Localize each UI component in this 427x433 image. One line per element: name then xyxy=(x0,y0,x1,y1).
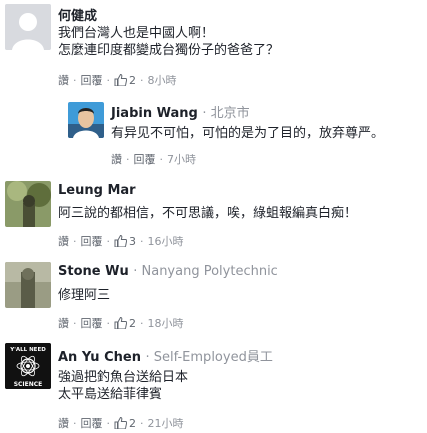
comment-line: 有异见不可怕，可怕的是为了目的，放弃尊严。 xyxy=(111,126,385,141)
name-text[interactable]: Stone Wu xyxy=(58,264,129,279)
separator: · xyxy=(140,316,144,330)
profile-photo-icon xyxy=(68,102,104,138)
comment-actions: 讚 · 回覆 · 2 · 21小時 xyxy=(58,415,184,431)
reply-link[interactable]: 回覆 xyxy=(81,315,103,331)
like-link[interactable]: 讚 xyxy=(58,72,69,88)
separator: · xyxy=(140,234,144,248)
like-count[interactable]: 2 xyxy=(129,417,136,430)
comment-text: 我們台灣人也是中國人啊！ 怎麼連印度都變成台獨份子的爸爸了？ xyxy=(58,25,279,59)
separator: · xyxy=(73,316,77,330)
separator: · xyxy=(73,73,77,87)
thumbs-up-icon[interactable] xyxy=(114,417,127,429)
separator: · xyxy=(159,152,164,166)
timestamp[interactable]: 16小時 xyxy=(148,233,184,249)
comment-actions: 讚 · 回覆 · 2 · 8小時 xyxy=(58,72,177,88)
comment-line: 我們台灣人也是中國人啊！ xyxy=(58,26,215,41)
timestamp[interactable]: 8小時 xyxy=(148,72,177,88)
separator: · xyxy=(106,416,111,430)
like-link[interactable]: 讚 xyxy=(58,415,69,431)
separator: · xyxy=(73,416,77,430)
avatar-text-top: Y'ALL NEED xyxy=(9,347,46,353)
avatar[interactable] xyxy=(5,4,51,50)
commenter-affiliation[interactable]: Self-Employed員工 xyxy=(154,350,273,365)
comment-actions: 讚 · 回覆 · 3 · 16小時 xyxy=(58,233,184,249)
name-text[interactable]: An Yu Chen xyxy=(58,350,141,365)
comment-line: 阿三說的都相信，不可思議，唉，綠蛆報編真白痴！ xyxy=(58,206,358,221)
comment-line: 強過把釣魚台送給日本 xyxy=(58,370,189,385)
like-link[interactable]: 讚 xyxy=(111,151,122,167)
commenter-name[interactable]: Stone Wu · Nanyang Polytechnic xyxy=(58,264,278,279)
commenter-name[interactable]: Jiabin Wang · 北京市 xyxy=(111,102,250,121)
reply-link[interactable]: 回覆 xyxy=(81,233,103,249)
reply-link[interactable]: 回覆 xyxy=(81,415,103,431)
comment-text: 強過把釣魚台送給日本 太平島送給菲律賓 xyxy=(58,369,188,403)
avatar[interactable] xyxy=(5,262,51,308)
commenter-name[interactable]: Leung Mar xyxy=(58,183,136,198)
name-text[interactable]: 何健成 xyxy=(58,9,97,24)
commenter-affiliation[interactable]: Nanyang Polytechnic xyxy=(142,264,278,279)
reply-link[interactable]: 回覆 xyxy=(81,72,103,88)
separator: · xyxy=(140,73,144,87)
name-text[interactable]: Jiabin Wang xyxy=(111,106,198,121)
science-badge-icon: Y'ALL NEED SCIENCE xyxy=(5,343,51,389)
reply-link[interactable]: 回覆 xyxy=(134,151,156,167)
timestamp[interactable]: 18小時 xyxy=(148,315,184,331)
separator: · xyxy=(106,316,111,330)
name-text[interactable]: Leung Mar xyxy=(58,183,136,198)
like-link[interactable]: 讚 xyxy=(58,315,69,331)
default-avatar-icon xyxy=(5,4,51,50)
separator: · xyxy=(106,73,111,87)
comment-line: 太平島送給菲律賓 xyxy=(58,387,163,402)
like-count[interactable]: 3 xyxy=(129,235,136,248)
comment-text: 有异见不可怕，可怕的是为了目的，放弃尊严。 xyxy=(111,125,384,142)
thumbs-up-icon[interactable] xyxy=(114,317,127,329)
comment-actions: 讚 · 回覆 · 2 · 18小時 xyxy=(58,315,184,331)
avatar[interactable] xyxy=(68,102,104,138)
separator: · xyxy=(140,416,144,430)
commenter-location[interactable]: 北京市 xyxy=(211,106,250,121)
avatar[interactable] xyxy=(5,181,51,227)
timestamp[interactable]: 7小時 xyxy=(167,151,196,167)
separator: · xyxy=(126,152,130,166)
avatar-text-bottom: SCIENCE xyxy=(14,381,43,388)
separator: · xyxy=(145,350,154,365)
comment-line: 修理阿三 xyxy=(58,288,111,303)
timestamp[interactable]: 21小時 xyxy=(148,415,184,431)
like-link[interactable]: 讚 xyxy=(58,233,69,249)
avatar[interactable]: Y'ALL NEED SCIENCE xyxy=(5,343,51,389)
comment-text: 阿三說的都相信，不可思議，唉，綠蛆報編真白痴！ xyxy=(58,205,357,222)
profile-photo-icon xyxy=(5,262,51,308)
comment-text: 修理阿三 xyxy=(58,287,110,304)
comment-line: 怎麼連印度都變成台獨份子的爸爸了？ xyxy=(58,43,280,58)
thumbs-up-icon[interactable] xyxy=(114,235,127,247)
comment-actions: 讚 · 回覆 · 7小時 xyxy=(111,151,196,167)
separator: · xyxy=(133,264,142,279)
commenter-name[interactable]: An Yu Chen · Self-Employed員工 xyxy=(58,346,273,365)
like-count[interactable]: 2 xyxy=(129,74,136,87)
separator: · xyxy=(73,234,77,248)
separator: · xyxy=(106,234,111,248)
like-count[interactable]: 2 xyxy=(129,317,136,330)
separator: · xyxy=(202,106,211,121)
profile-photo-icon xyxy=(5,181,51,227)
thumbs-up-icon[interactable] xyxy=(114,74,127,86)
commenter-name[interactable]: 何健成 xyxy=(58,5,97,24)
